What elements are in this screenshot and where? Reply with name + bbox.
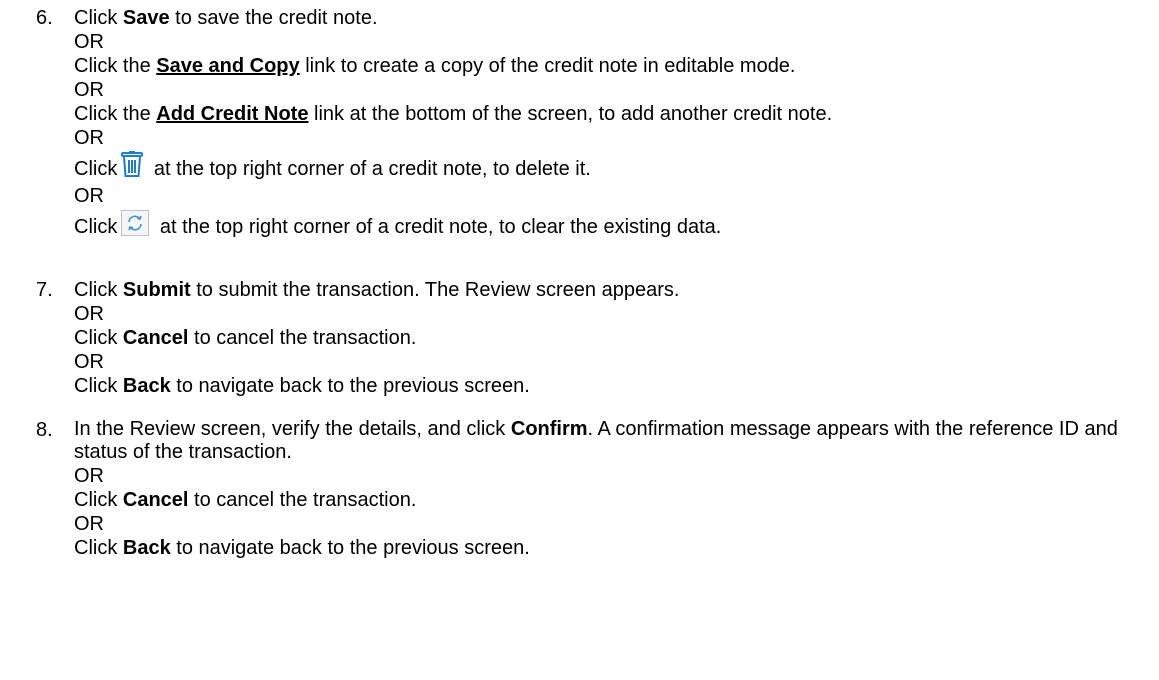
instruction-line: Click at the top right corner of a credi… [74,208,1146,242]
refresh-icon [121,210,150,236]
or-separator: OR [74,127,104,149]
text: at the top right corner of a credit note… [154,216,722,238]
confirm-button-ref: Confirm [510,418,588,440]
instruction-line: Click Save to save the credit note. [74,6,1146,30]
step-body: Click Save to save the credit note. OR C… [74,6,1146,242]
text: Click [74,489,123,511]
text: to submit the transaction. The Review sc… [190,279,680,301]
text: Click [74,537,123,559]
text: Click [74,158,118,180]
instruction-line: Click Back to navigate back to the previ… [74,374,1146,398]
instruction-line: Click Cancel to cancel the transaction. [74,326,1146,350]
or-separator: OR [74,303,104,325]
text: to navigate back to the previous screen. [170,537,530,559]
text: at the top right corner of a credit note… [148,158,591,180]
instruction-line: Click at the top right corner of a credi… [74,150,1146,184]
or-separator: OR [74,351,104,373]
add-credit-note-link[interactable]: Add Credit Note [156,103,308,125]
cancel-button-ref: Cancel [122,327,189,349]
or-separator: OR [74,185,104,207]
text: to cancel the transaction. [188,327,417,349]
save-and-copy-link[interactable]: Save and Copy [156,55,299,77]
document-page: 6. Click Save to save the credit note. O… [0,0,1159,680]
step-number: 7. [36,279,53,301]
text: link at the bottom of the screen, to add… [308,103,833,125]
instruction-line: Click the Add Credit Note link at the bo… [74,102,1146,126]
back-button-ref: Back [122,537,171,559]
instruction-line: Click Cancel to cancel the transaction. [74,488,1146,512]
submit-button-ref: Submit [122,279,191,301]
text: Click the [74,103,157,125]
text: Click [74,7,123,29]
or-separator: OR [74,79,104,101]
back-button-ref: Back [122,375,171,397]
trash-icon [121,151,144,177]
cancel-button-ref: Cancel [122,489,189,511]
or-separator: OR [74,513,104,535]
instruction-line: In the Review screen, verify the details… [74,418,1154,464]
text: to save the credit note. [169,7,378,29]
text: Click [74,216,118,238]
text: Click [74,279,123,301]
save-button-ref: Save [122,7,170,29]
text: Click the [74,55,157,77]
text: Click [74,327,123,349]
text: to navigate back to the previous screen. [170,375,530,397]
step-body: Click Submit to submit the transaction. … [74,278,1146,398]
text: to cancel the transaction. [188,489,417,511]
instruction-line: Click Submit to submit the transaction. … [74,278,1146,302]
or-separator: OR [74,31,104,53]
instruction-line: Click Back to navigate back to the previ… [74,536,1146,560]
step-number: 6. [36,7,53,29]
step-body: In the Review screen, verify the details… [74,418,1146,560]
text: link to create a copy of the credit note… [299,55,796,77]
text: Click [74,375,123,397]
or-separator: OR [74,465,104,487]
instruction-line: Click the Save and Copy link to create a… [74,54,1146,78]
step-number: 8. [36,419,53,441]
text: In the Review screen, verify the details… [74,418,511,440]
